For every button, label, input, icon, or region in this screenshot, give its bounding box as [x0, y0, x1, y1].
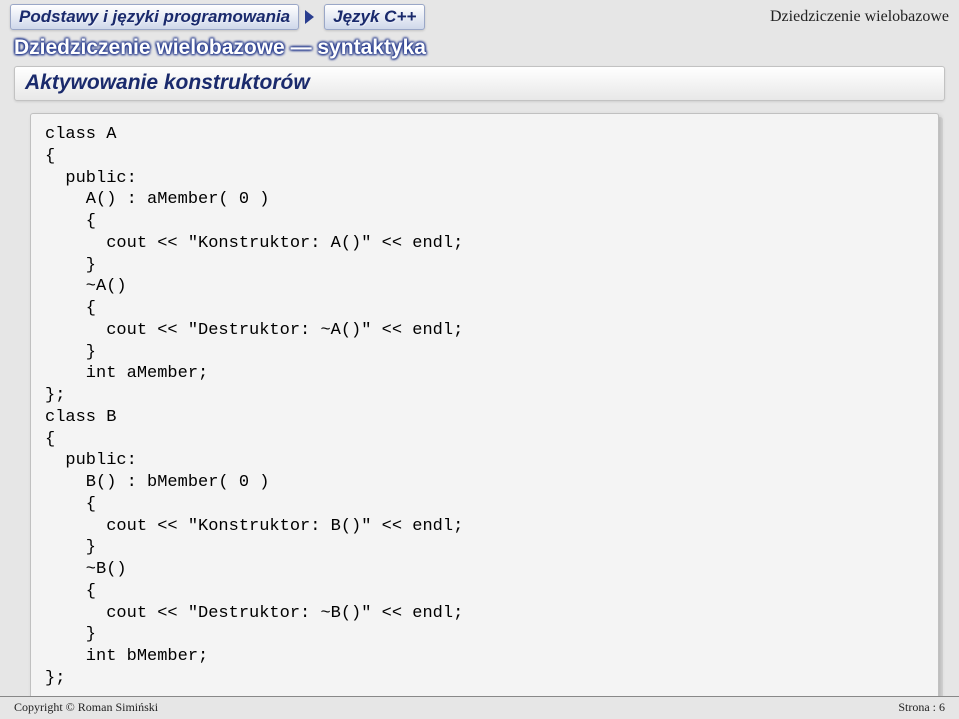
- topic-label: Dziedziczenie wielobazowe: [770, 4, 949, 26]
- language-badge: Język C++: [324, 4, 425, 30]
- slide-header: Podstawy i języki programowania Język C+…: [0, 0, 959, 30]
- section-title: Aktywowanie konstruktorów: [25, 71, 934, 95]
- chevron-right-icon: [305, 10, 314, 24]
- header-left-group: Podstawy i języki programowania Język C+…: [10, 4, 425, 30]
- page-number-label: Strona : 6: [898, 700, 945, 715]
- code-content: class A { public: A() : aMember( 0 ) { c…: [45, 124, 924, 690]
- slide-subtitle: Dziedziczenie wielobazowe — syntaktyka: [0, 30, 959, 64]
- section-title-box: Aktywowanie konstruktorów: [14, 66, 945, 101]
- course-badge: Podstawy i języki programowania: [10, 4, 299, 30]
- copyright-label: Copyright © Roman Simiński: [14, 700, 158, 715]
- slide-footer: Copyright © Roman Simiński Strona : 6: [0, 696, 959, 719]
- code-block: class A { public: A() : aMember( 0 ) { c…: [30, 113, 939, 701]
